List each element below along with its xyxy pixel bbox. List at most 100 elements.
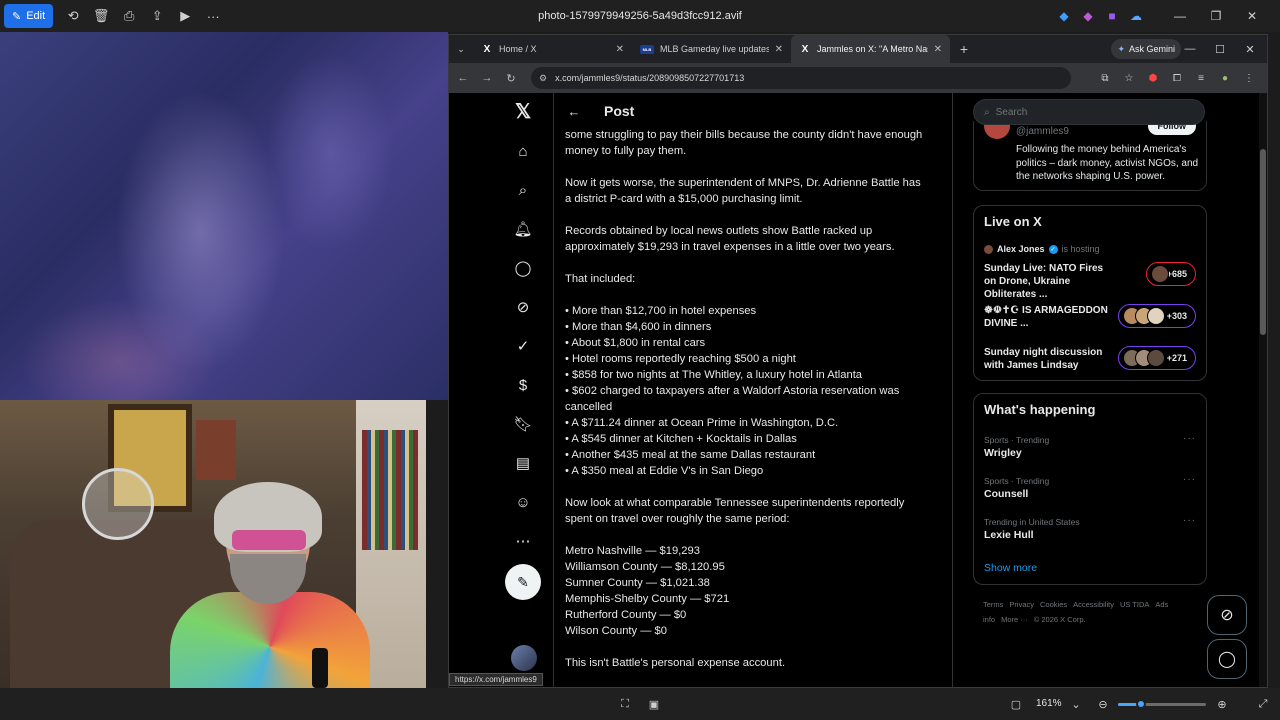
tab-jammles[interactable]: X Jammles on X: "A Metro Nashv ✕ [791,35,950,63]
maximize-icon[interactable]: ❐ [1200,0,1232,32]
app-icon-2[interactable]: ◆ [1078,6,1098,26]
bookmarks-icon[interactable]: 🔖︎ [505,406,541,442]
reload-icon[interactable]: ↻ [499,63,523,93]
money-icon[interactable]: $ [505,367,541,403]
account-avatar[interactable] [511,645,537,671]
zoom-out-icon[interactable]: ⊖ [1091,688,1115,720]
bookmark-star-icon[interactable]: ☆ [1119,68,1139,88]
trend-more-icon[interactable]: ··· [1183,433,1196,444]
tab-close-icon[interactable]: ✕ [934,44,942,55]
scrollbar-thumb[interactable] [1260,149,1266,335]
live-space-title[interactable]: Sunday night discussion with James Linds… [984,346,1112,372]
info-icon[interactable]: ▣ [642,688,666,720]
profile-person-icon[interactable]: ☺ [505,484,541,520]
post-spacer [565,479,945,495]
trend-more-icon[interactable]: ··· [1183,474,1196,485]
live-space-title[interactable]: Sunday Live: NATO Fires on Drone, Ukrain… [984,262,1112,301]
host-suffix: is hosting [1061,244,1100,254]
zoom-slider[interactable] [1118,699,1206,709]
footer-link[interactable]: Accessibility [1073,600,1114,609]
link-status-url: https://x.com/jammles9 [449,673,543,686]
minimize-icon[interactable]: — [1164,0,1196,32]
extensions-icon[interactable]: ⧠ [1167,68,1187,88]
footer-link[interactable]: Terms [983,600,1003,609]
delete-icon[interactable]: 🗑 [87,4,115,28]
share-icon[interactable]: ⇪ [143,4,171,28]
tab-mlb[interactable]: MLB MLB Gameday live updates: Ca ✕ [632,35,791,63]
url-field[interactable]: ⚙ x.com/jammles9/status/2089098507227701… [531,67,1071,89]
slideshow-icon[interactable]: ▶ [171,4,199,28]
media-icon[interactable]: ≡ [1191,68,1211,88]
trend-item[interactable]: Lexie Hull [984,529,1034,541]
footer-link[interactable]: US TIDA [1120,600,1149,609]
ask-gemini-button[interactable]: ✦ Ask Gemini [1111,39,1181,59]
footer-link[interactable]: © 2026 X Corp. [1034,615,1086,624]
post-line: • A $711.24 dinner at Ocean Prime in Was… [565,417,839,429]
more-circle-icon[interactable]: ⋯ [505,523,541,559]
listener-count: +685 [1166,269,1187,279]
show-more-link[interactable]: Show more [984,562,1037,574]
zoom-level[interactable]: 161% [1036,688,1062,720]
footer-link[interactable]: Cookies [1040,600,1067,609]
back-icon[interactable]: ← [451,63,475,93]
live-listeners-pill[interactable]: +685 [1146,262,1196,286]
browser-close-icon[interactable]: ✕ [1235,35,1265,63]
profile-icon[interactable]: ● [1215,68,1235,88]
trend-item[interactable]: Counsell [984,488,1028,500]
close-icon[interactable]: ✕ [1236,0,1268,32]
post-line: This isn't Battle's personal expense acc… [565,657,786,669]
home-icon[interactable]: ⌂ [505,133,541,169]
messages-icon[interactable]: ◯ [505,250,541,286]
back-arrow-icon[interactable]: ← [556,104,592,119]
browser-maximize-icon[interactable]: ☐ [1205,35,1235,63]
grok-fab-button[interactable]: ⊘ [1207,595,1247,635]
scrollbar[interactable] [1259,93,1267,687]
author-handle[interactable]: @jammles9 [1016,126,1069,137]
x-home-logo-icon[interactable]: 𝕏 [505,93,541,129]
post-line: • A $350 meal at Eddie V's in San Diego [565,465,764,477]
fullscreen-icon[interactable]: ⤢ [1251,688,1275,720]
edit-button[interactable]: ✎ Edit [4,4,54,28]
browser-minimize-icon[interactable]: — [1175,35,1205,63]
verified-icon[interactable]: ✓ [505,328,541,364]
tab-home[interactable]: X Home / X ✕ [473,35,632,63]
compose-post-button[interactable]: ✎ [505,564,541,600]
tab-search-icon[interactable]: ⌄ [449,35,473,63]
post-line: • About $1,800 in rental cars [565,337,706,349]
tab-close-icon[interactable]: ✕ [616,44,624,55]
host-name[interactable]: Alex Jones [997,244,1045,254]
grok-icon[interactable]: ⊘ [505,289,541,325]
app-icon-1[interactable]: ◆ [1054,6,1074,26]
footer-link[interactable]: More ··· [1001,615,1028,624]
zoom-slider-thumb[interactable] [1135,699,1146,709]
actual-size-icon[interactable]: ▢ [1004,688,1028,720]
more-icon[interactable]: ··· [199,4,227,28]
print-icon[interactable]: ⎙ [115,4,143,28]
trend-more-icon[interactable]: ··· [1183,515,1196,526]
live-space-title[interactable]: ☸☫✝☪ IS ARMAGEDDON DIVINE ... [984,304,1112,330]
zoom-in-icon[interactable]: ⊕ [1210,688,1234,720]
cloud-icon[interactable]: ☁ [1126,6,1146,26]
explore-search-icon[interactable]: ⌕ [505,172,541,208]
footer-link[interactable]: Privacy [1009,600,1034,609]
page-title: Post [604,103,635,119]
x-left-nav: 𝕏 ⌂ ⌕ 🔔︎ ◯ ⊘ ✓ $ 🔖︎ ▤ ☺ ⋯ ✎ [505,93,553,687]
tab-close-icon[interactable]: ✕ [775,44,783,55]
live-listeners-pill[interactable]: +271 [1118,346,1196,370]
fit-icon[interactable]: ⛶ [613,688,637,720]
adblock-icon[interactable]: ⬢ [1143,68,1163,88]
messages-fab-button[interactable]: ◯ [1207,639,1247,679]
forward-icon[interactable]: → [475,63,499,93]
zoom-dropdown-icon[interactable]: ⌄ [1064,688,1088,720]
app-icon-3[interactable]: ■ [1102,6,1122,26]
rotate-icon[interactable]: ⟲ [59,4,87,28]
menu-icon[interactable]: ⋮ [1239,68,1259,88]
notifications-bell-icon[interactable]: 🔔︎ [505,211,541,247]
site-info-icon[interactable]: ⚙ [539,73,547,84]
install-icon[interactable]: ⧉ [1095,68,1115,88]
articles-icon[interactable]: ▤ [505,445,541,481]
live-listeners-pill[interactable]: +303 [1118,304,1196,328]
trend-item[interactable]: Wrigley [984,447,1022,459]
search-input[interactable]: ⌕ Search [973,99,1205,125]
new-tab-icon[interactable]: + [950,41,978,57]
